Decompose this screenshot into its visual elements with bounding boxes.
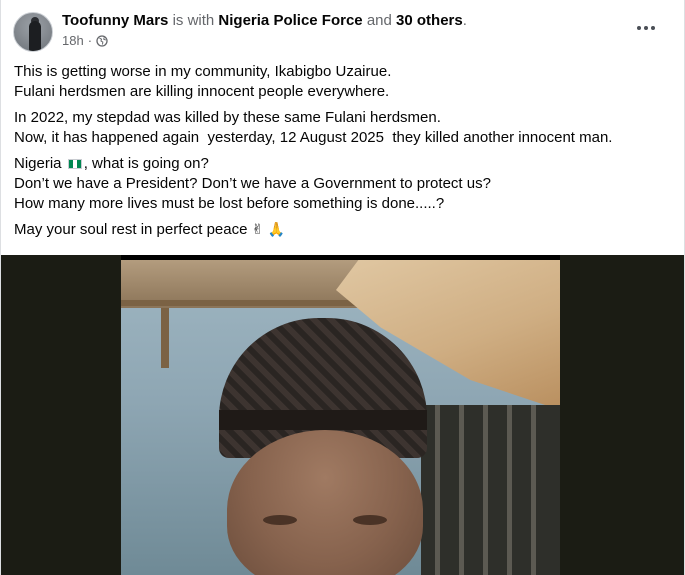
photo-eye	[353, 515, 387, 525]
post-header: Toofunny Mars is with Nigeria Police For…	[13, 10, 670, 52]
paragraph-4: May your soul rest in perfect peace ✌ 🙏	[14, 220, 670, 240]
text-line: Now, it has happened again yesterday, 12…	[14, 129, 613, 146]
text-line: This is getting worse in my community, I…	[14, 63, 392, 80]
nigeria-flag-icon	[67, 159, 82, 169]
text-fragment: , what is going on?	[83, 155, 209, 172]
with-text: is with	[172, 12, 215, 29]
text-line: In 2022, my stepdad was killed by these …	[14, 109, 441, 126]
post-text: This is getting worse in my community, I…	[14, 62, 670, 246]
author-avatar[interactable]	[13, 12, 53, 52]
avatar-figure-shape	[29, 21, 41, 51]
text-fragment: Nigeria	[14, 155, 62, 172]
text-line: Don’t we have a President? Don’t we have…	[14, 175, 491, 192]
post-meta: 18h ·	[62, 33, 108, 48]
photo-beam	[161, 308, 169, 368]
author-name-link[interactable]: Toofunny Mars	[62, 12, 168, 29]
tagged-page-link[interactable]: Nigeria Police Force	[218, 12, 362, 29]
paragraph-1: This is getting worse in my community, I…	[14, 62, 670, 102]
text-line: How many more lives must be lost before …	[14, 195, 445, 212]
and-text: and	[366, 12, 392, 29]
photo-cap-band	[219, 410, 427, 430]
text-line: Nigeria , what is going on?	[14, 154, 670, 174]
period-text: .	[462, 12, 467, 29]
more-options-icon[interactable]	[634, 18, 658, 38]
post-card: Toofunny Mars is with Nigeria Police For…	[0, 0, 685, 575]
victory-hand-emoji-icon: ✌	[251, 222, 264, 238]
photo-grille	[421, 405, 560, 575]
others-link[interactable]: 30 others	[396, 12, 463, 29]
post-photo[interactable]	[1, 255, 684, 575]
photo-letterbox-right	[560, 255, 684, 575]
author-line: Toofunny Mars is with Nigeria Police For…	[62, 12, 467, 29]
paragraph-2: In 2022, my stepdad was killed by these …	[14, 108, 670, 148]
photo-eye	[263, 515, 297, 525]
post-timestamp-link[interactable]: 18h	[62, 33, 84, 48]
text-line: May your soul rest in perfect peace ✌ 🙏	[14, 220, 670, 240]
paragraph-3: Nigeria , what is going on? Don’t we hav…	[14, 154, 670, 214]
globe-icon	[96, 34, 108, 47]
photo-image[interactable]	[121, 260, 560, 575]
meta-separator: ·	[87, 33, 93, 48]
folded-hands-emoji-icon: 🙏	[267, 222, 285, 238]
photo-letterbox-left	[1, 255, 121, 575]
text-line: Fulani herdsmen are killing innocent peo…	[14, 83, 390, 100]
text-fragment: May your soul rest in perfect peace	[14, 221, 248, 238]
